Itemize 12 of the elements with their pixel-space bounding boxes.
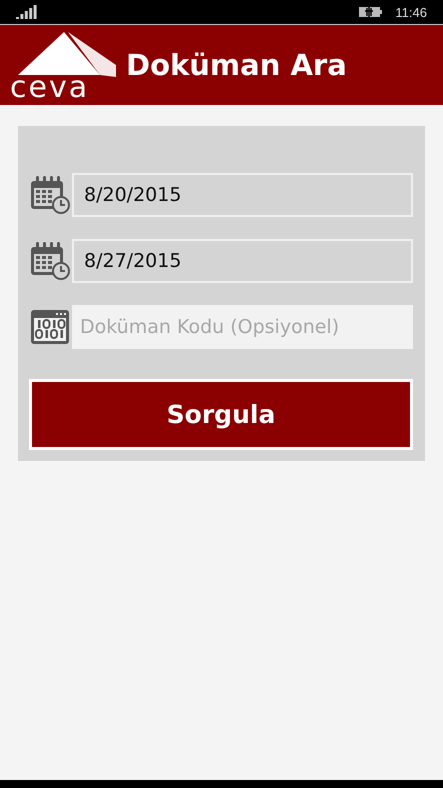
calendar-clock-icon: [29, 175, 71, 215]
date-field[interactable]: 8/20/2015: [72, 173, 413, 217]
logo-text: ceva: [10, 73, 90, 103]
battery-charging-icon: [359, 6, 384, 18]
page-title: Doküman Ara: [126, 48, 347, 82]
status-time: 11:46: [395, 4, 427, 20]
binary-code-icon: [30, 308, 70, 346]
signal-icon: [16, 5, 38, 19]
query-button[interactable]: Sorgula: [29, 379, 413, 450]
document-code-field[interactable]: Doküman Kodu (Opsiyonel): [72, 305, 413, 349]
calendar-clock-icon: [29, 241, 71, 281]
date-field[interactable]: 8/27/2015: [72, 239, 413, 283]
